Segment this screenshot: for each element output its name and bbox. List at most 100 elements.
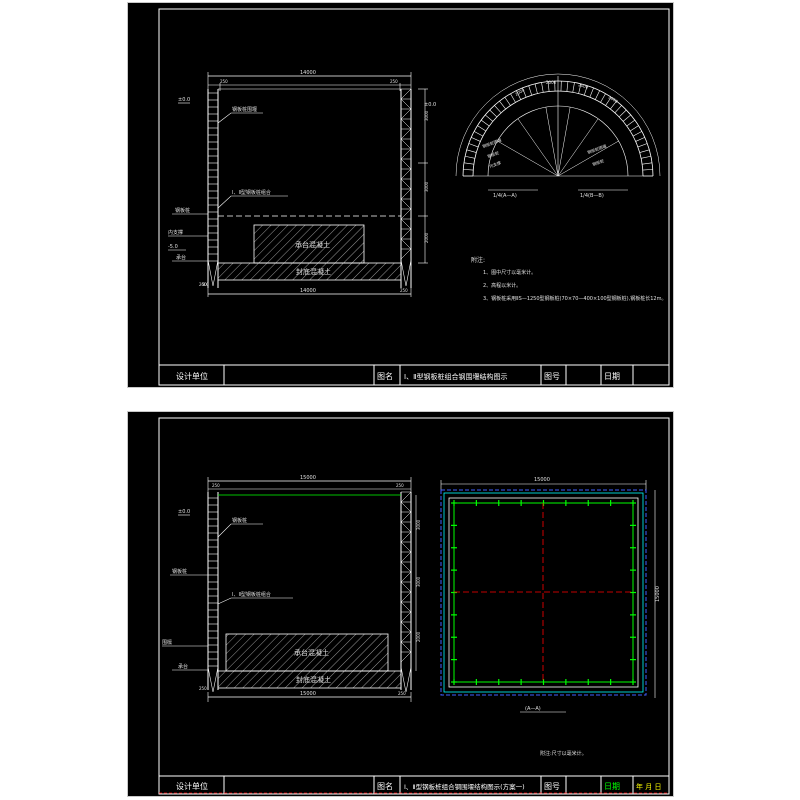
seal-label: 封底混凝土 [296, 267, 331, 276]
truss-diagonal [400, 108, 412, 120]
truss-diagonal [400, 168, 412, 180]
arc-tick [473, 131, 484, 137]
truss-diagonal [400, 581, 412, 593]
dim-h-lower: 2000 [424, 232, 429, 243]
sheet-1-canvas: 设计单位 图名 Ⅰ、Ⅱ型钢板桩组合钢围堰结构图示 图号 日期 14000 250… [158, 8, 670, 386]
title-block: 设计单位 图名 Ⅰ、Ⅱ型钢板桩组合钢围堰结构图示 图号 日期 [159, 364, 669, 385]
truss-diagonal [400, 228, 412, 240]
arc-tick [463, 169, 474, 171]
date-label: 日期 [604, 372, 620, 381]
arc-tick [572, 82, 575, 93]
date-label: 日期 [604, 782, 620, 791]
arc-label-2: 钢板桩 [486, 149, 499, 159]
cap-label: 承台混凝土 [294, 648, 329, 657]
arc-tick [632, 131, 643, 137]
level-right-top: ±0.0 [424, 102, 436, 108]
truss-diagonal [400, 248, 412, 260]
truss-diagonal [400, 651, 412, 663]
note-1: 1、图中尺寸以毫米计。 [483, 269, 536, 276]
arc-dim-3: 2000 [578, 82, 590, 90]
arc-tick [566, 81, 569, 92]
arc-tick [534, 83, 538, 94]
notes-title: 附注: [471, 256, 485, 264]
plan-view: 15000 15000 (A—A) 附注:尺寸以毫米计。 [440, 477, 661, 757]
arc-dim-2: 2000 [546, 80, 557, 85]
truss-diagonal [400, 601, 412, 613]
dim-left-bottom: 250 [199, 686, 207, 691]
arc-label-1: 钢板桩围堰 [481, 136, 502, 148]
truss-diagonal [400, 571, 412, 583]
seal-label: 封底混凝土 [296, 675, 331, 684]
truss-diagonal [400, 551, 412, 563]
arc-tick [629, 125, 639, 132]
arc-tick [622, 114, 631, 122]
dim-h-upper: 3000 [416, 519, 421, 530]
arc-tick [466, 149, 477, 153]
leader-1: 钢板桩围堰 [232, 106, 257, 113]
dim-right-top: 250 [396, 483, 404, 488]
date-value: 年 月 日 [636, 782, 661, 791]
left-pile-wall [207, 89, 219, 288]
arc-tick [626, 119, 636, 127]
dim-total-top: 15000 [300, 475, 316, 481]
arc-tick [541, 82, 544, 93]
design-unit-label: 设计单位 [176, 371, 208, 381]
dim-h-upper: 3000 [424, 110, 429, 121]
arc-label-4: 钢板桩围堰 [586, 142, 607, 154]
arc-tick [614, 105, 622, 114]
truss-diagonal [400, 198, 412, 210]
truss-diagonal [400, 238, 412, 250]
arc-tick [594, 90, 600, 100]
design-unit-label: 设计单位 [176, 781, 208, 791]
dim-total-top: 14000 [300, 70, 316, 76]
sheet-2-canvas: 设计单位 图名 Ⅰ、Ⅱ型钢板桩组合钢围堰结构图示(方案一) 图号 日期 年 月 … [158, 417, 670, 795]
plan-dim-right: 15000 [655, 586, 661, 602]
arc-tick [471, 137, 481, 142]
dim-h-lower: 2000 [416, 631, 421, 642]
arc-tick [499, 100, 506, 110]
arc-tick [641, 155, 651, 159]
arc-tick [618, 109, 627, 118]
arc-ray [517, 118, 559, 177]
truss-diagonal [400, 561, 412, 573]
tag-cap: 承台 [178, 663, 188, 670]
arc-tick [468, 143, 479, 148]
dim-total-bottom: 15000 [300, 691, 316, 697]
arc-caption-right: 1/4(B—B) [580, 193, 604, 199]
arc-ray [497, 140, 559, 177]
elevation-section: 15000 250 250 承台混凝土 封底混凝土 15000 250 250 … [162, 475, 421, 702]
arc-tick [528, 85, 533, 96]
drawing-sheet-2: 设计单位 图名 Ⅰ、Ⅱ型钢板桩组合钢围堰结构图示(方案一) 图号 日期 年 月 … [127, 411, 674, 797]
arc-dim-1: 2000 [514, 87, 526, 97]
level-left-top: ±0.0 [178, 509, 190, 515]
drawing-name-label: 图名 [377, 781, 393, 791]
leader-2: Ⅰ、Ⅱ型钢板桩组合 [232, 591, 271, 598]
truss-diagonal [400, 501, 412, 513]
note-2: 2、高程以米计。 [483, 282, 521, 289]
dim-right-bottom: 250 [398, 691, 406, 696]
leader-2: Ⅰ、Ⅱ型钢板桩组合 [232, 189, 271, 196]
arc-ray [557, 107, 571, 177]
truss-diagonal [400, 531, 412, 543]
truss-diagonal [400, 138, 412, 150]
right-wall-truss [400, 88, 412, 260]
plan-caption: (A—A) [525, 706, 541, 712]
truss-diagonal [400, 118, 412, 130]
truss-diagonal [400, 621, 412, 633]
truss-diagonal [400, 188, 412, 200]
truss-diagonal [400, 98, 412, 110]
truss-diagonal [400, 218, 412, 230]
truss-diagonal [400, 641, 412, 653]
note-3: 3、钢板桩采用ⅡS—1250型钢板桩(70×70—400×100型钢板桩),钢板… [483, 295, 666, 302]
leader-1: 钢板桩 [232, 517, 247, 524]
dim-left-top: 250 [220, 79, 228, 84]
arc-tick [642, 162, 653, 165]
arc-tick [589, 87, 594, 98]
truss-diagonal [400, 148, 412, 160]
arc-tick [485, 114, 494, 122]
arc-tick [465, 155, 475, 159]
arc-tick [463, 162, 474, 165]
plan-dim-top: 15000 [534, 477, 550, 483]
drawing-name-label: 图名 [377, 371, 393, 381]
arc-dim-4: 2000 [608, 95, 620, 105]
